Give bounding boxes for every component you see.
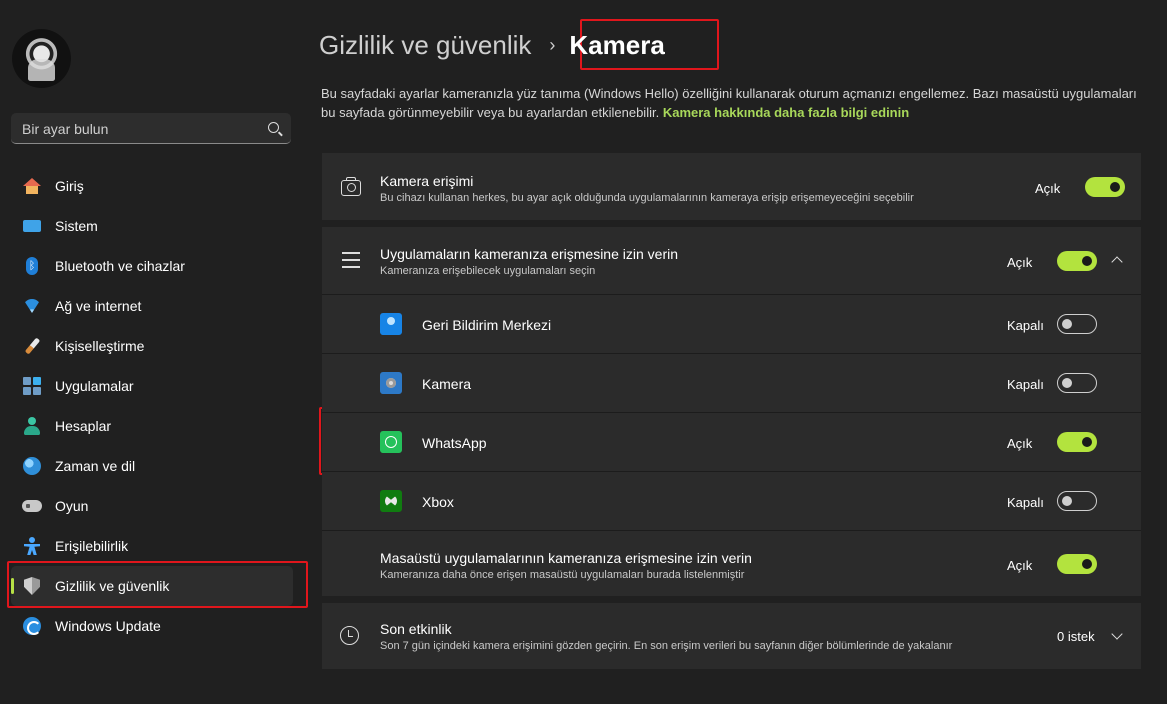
app-row-camera: Kamera Kapalı (322, 354, 1141, 412)
chevron-up-icon[interactable] (1111, 256, 1123, 268)
active-indicator (11, 578, 14, 594)
home-icon (22, 176, 42, 196)
app-state: Kapalı (1007, 318, 1044, 333)
camera-access-toggle[interactable] (1085, 177, 1125, 197)
app-row-xbox: Xbox Kapalı (322, 472, 1141, 530)
app-name: WhatsApp (422, 435, 487, 451)
learn-more-link[interactable]: Kamera hakkında daha fazla bilgi edinin (663, 105, 909, 120)
recent-activity-title: Son etkinlik (380, 621, 452, 637)
apps-access-card[interactable]: Uygulamaların kameranıza erişmesine izin… (322, 227, 1141, 294)
page-description: Bu sayfadaki ayarlar kameranızla yüz tan… (321, 84, 1141, 122)
xbox-icon (380, 490, 402, 512)
search-icon[interactable] (268, 122, 279, 133)
sidebar-item-accessibility[interactable]: Erişilebilirlik (11, 526, 293, 566)
breadcrumb-chevron-icon: › (549, 35, 556, 55)
list-icon (342, 252, 360, 268)
recent-activity-count: 0 istek (1057, 629, 1095, 644)
apps-access-state: Açık (1007, 255, 1033, 270)
camera-app-toggle[interactable] (1057, 373, 1097, 393)
globe-clock-icon (22, 456, 42, 476)
sidebar-nav: Giriş Sistem ᛒ Bluetooth ve cihazlar Ağ … (11, 166, 293, 646)
chevron-down-icon[interactable] (1111, 628, 1123, 640)
sidebar-item-privacy-security[interactable]: Gizlilik ve güvenlik (11, 566, 293, 606)
sidebar-item-label: Giriş (55, 178, 84, 194)
sidebar-item-system[interactable]: Sistem (11, 206, 293, 246)
recent-activity-subtitle: Son 7 gün içindeki kamera erişimini gözd… (380, 640, 953, 652)
desktop-apps-toggle[interactable] (1057, 554, 1097, 574)
history-icon (340, 626, 359, 645)
sidebar-item-label: Windows Update (55, 618, 161, 634)
sidebar-item-accounts[interactable]: Hesaplar (11, 406, 293, 446)
brush-icon (22, 336, 42, 356)
camera-access-title: Kamera erişimi (380, 173, 474, 189)
whatsapp-toggle[interactable] (1057, 432, 1097, 452)
breadcrumb: Gizlilik ve güvenlik › Kamera (319, 30, 665, 61)
camera-app-icon (380, 372, 402, 394)
sidebar-item-windows-update[interactable]: Windows Update (11, 606, 293, 646)
shield-icon (22, 576, 42, 596)
app-state: Açık (1007, 436, 1033, 451)
accessibility-icon (22, 536, 42, 556)
app-row-whatsapp: WhatsApp Açık (322, 413, 1141, 471)
system-icon (22, 216, 42, 236)
sidebar-item-label: Erişilebilirlik (55, 538, 129, 554)
app-state: Kapalı (1007, 377, 1044, 392)
sidebar-item-label: Ağ ve internet (55, 298, 142, 314)
app-row-feedback-hub: Geri Bildirim Merkezi Kapalı (322, 295, 1141, 353)
desktop-apps-card: Masaüstü uygulamalarının kameranıza eriş… (322, 531, 1141, 596)
apps-access-title: Uygulamaların kameranıza erişmesine izin… (380, 246, 679, 262)
desktop-apps-title: Masaüstü uygulamalarının kameranıza eriş… (380, 550, 752, 566)
sidebar-item-label: Gizlilik ve güvenlik (55, 578, 170, 594)
sidebar-item-label: Sistem (55, 218, 98, 234)
search-box[interactable]: Bir ayar bulun (11, 113, 291, 144)
page-title: Kamera (569, 30, 665, 60)
app-name: Xbox (422, 494, 454, 510)
sidebar: Bir ayar bulun Giriş Sistem ᛒ Bluetooth … (0, 0, 305, 704)
breadcrumb-parent[interactable]: Gizlilik ve güvenlik (319, 30, 531, 61)
sidebar-item-label: Uygulamalar (55, 378, 134, 394)
sidebar-item-network[interactable]: Ağ ve internet (11, 286, 293, 326)
app-name: Geri Bildirim Merkezi (422, 317, 552, 333)
apps-access-toggle[interactable] (1057, 251, 1097, 271)
app-name: Kamera (422, 376, 472, 392)
windows-update-icon (22, 616, 42, 636)
xbox-toggle[interactable] (1057, 491, 1097, 511)
gamepad-icon (22, 496, 42, 516)
whatsapp-icon (380, 431, 402, 453)
apps-icon (22, 376, 42, 396)
recent-activity-card[interactable]: Son etkinlik Son 7 gün içindeki kamera e… (322, 603, 1141, 669)
sidebar-item-label: Oyun (55, 498, 89, 514)
sidebar-item-home[interactable]: Giriş (11, 166, 293, 206)
wifi-icon (22, 296, 42, 316)
camera-access-state: Açık (1035, 181, 1061, 196)
desktop-apps-subtitle: Kameranıza daha önce erişen masaüstü uyg… (380, 569, 745, 581)
account-icon (22, 416, 42, 436)
camera-access-card: Kamera erişimi Bu cihazı kullanan herkes… (322, 153, 1141, 220)
app-state: Kapalı (1007, 495, 1044, 510)
search-input[interactable]: Bir ayar bulun (22, 121, 108, 137)
sidebar-item-personalization[interactable]: Kişiselleştirme (11, 326, 293, 366)
camera-access-subtitle: Bu cihazı kullanan herkes, bu ayar açık … (380, 192, 914, 204)
desktop-apps-state: Açık (1007, 558, 1033, 573)
camera-icon (341, 177, 361, 196)
sidebar-item-label: Bluetooth ve cihazlar (55, 258, 185, 274)
sidebar-item-time-language[interactable]: Zaman ve dil (11, 446, 293, 486)
sidebar-item-apps[interactable]: Uygulamalar (11, 366, 293, 406)
feedback-hub-icon (380, 313, 402, 335)
sidebar-item-gaming[interactable]: Oyun (11, 486, 293, 526)
avatar[interactable] (12, 29, 71, 88)
sidebar-item-bluetooth[interactable]: ᛒ Bluetooth ve cihazlar (11, 246, 293, 286)
bluetooth-icon: ᛒ (22, 256, 42, 276)
feedback-hub-toggle[interactable] (1057, 314, 1097, 334)
sidebar-item-label: Zaman ve dil (55, 458, 136, 474)
sidebar-item-label: Hesaplar (55, 418, 112, 434)
sidebar-item-label: Kişiselleştirme (55, 338, 145, 354)
apps-access-subtitle: Kameranıza erişebilecek uygulamaları seç… (380, 265, 596, 277)
